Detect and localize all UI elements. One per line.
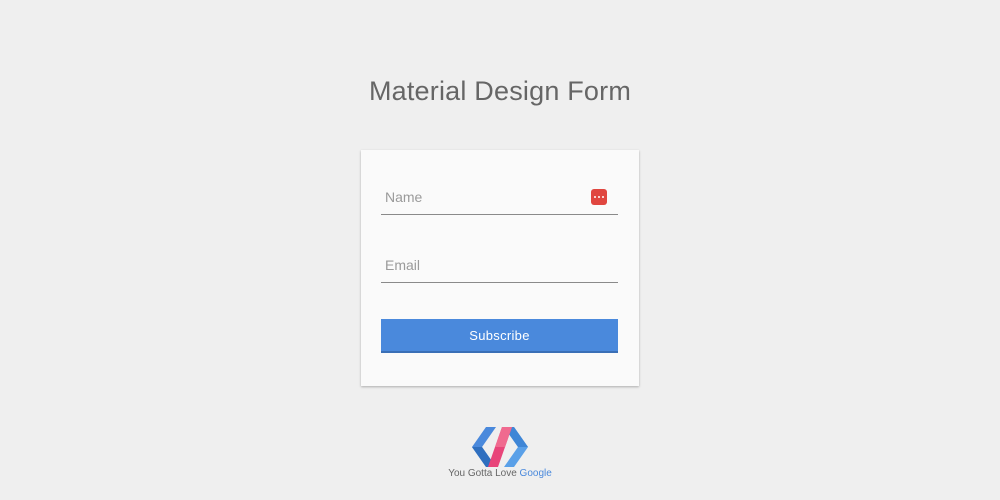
name-input[interactable] — [381, 179, 618, 214]
logo-slash-shade — [495, 427, 512, 447]
name-field — [381, 179, 618, 215]
footer-brand[interactable]: Google — [520, 468, 552, 479]
dots-icon — [594, 196, 604, 198]
form-card: Subscribe — [361, 150, 639, 386]
email-input[interactable] — [381, 247, 618, 282]
email-field — [381, 247, 618, 283]
page: Material Design Form Subscribe You Gotta… — [0, 0, 1000, 500]
subscribe-button[interactable]: Subscribe — [381, 319, 618, 353]
footer: You Gotta Love Google — [0, 468, 1000, 479]
polymer-logo-icon — [472, 427, 528, 467]
password-manager-icon[interactable] — [591, 189, 607, 205]
footer-text: You Gotta Love — [448, 468, 517, 479]
page-title: Material Design Form — [368, 76, 632, 106]
